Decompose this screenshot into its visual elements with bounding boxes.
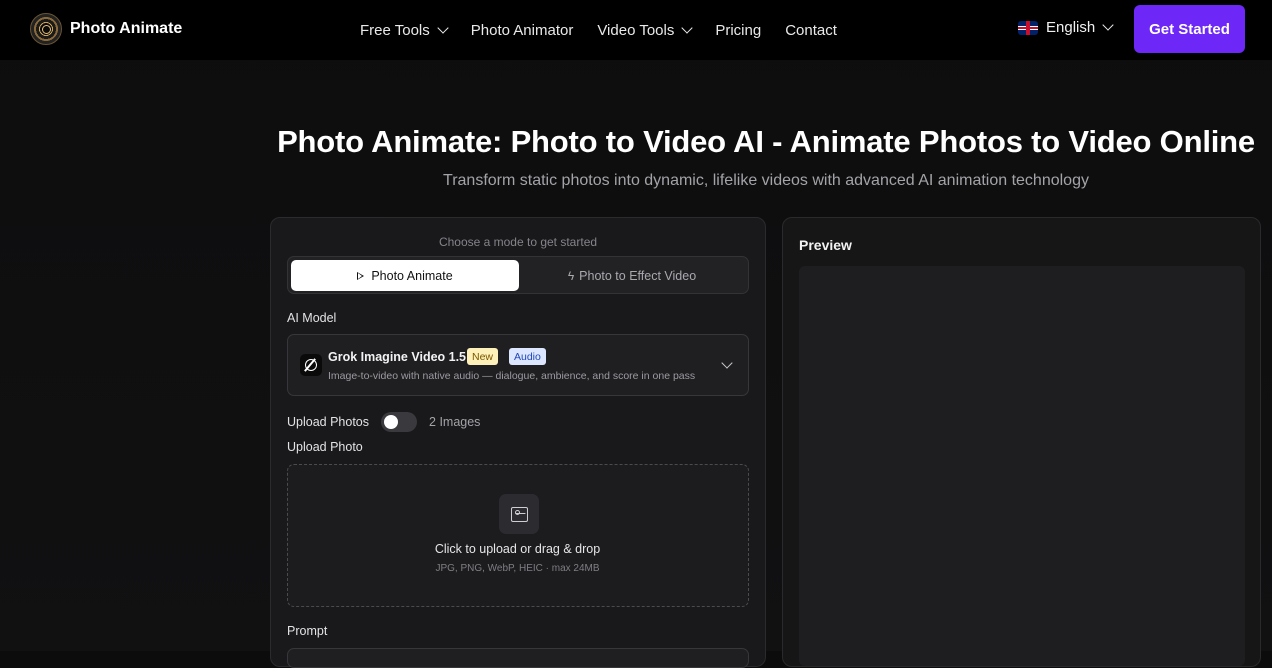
chevron-down-icon	[1102, 19, 1114, 31]
two-images-label: 2 Images	[429, 415, 481, 429]
preview-area	[799, 266, 1245, 666]
chevron-down-icon	[437, 21, 449, 34]
language-label: English	[1046, 19, 1096, 36]
tab-photo-animate-label: Photo Animate	[371, 268, 453, 283]
mode-hint: Choose a mode to get started	[438, 235, 598, 249]
page-title: Photo Animate: Photo to Video AI - Anima…	[277, 124, 1255, 159]
image-icon-wrap	[499, 494, 539, 534]
tab-photo-to-effect-video-label: Photo to Effect Video	[579, 268, 697, 283]
image-icon	[510, 506, 528, 522]
top-nav: Photo Animate Free Tools Photo Animator …	[0, 0, 1272, 60]
upload-photos-label: Upload Photos	[287, 415, 370, 429]
lightning-icon: ϟ	[567, 268, 575, 283]
uk-flag-icon	[1018, 20, 1038, 35]
upload-photo-label: Upload Photo	[287, 440, 363, 454]
chevron-down-icon	[721, 357, 733, 369]
play-icon	[357, 271, 365, 280]
upload-count-toggle[interactable]	[381, 412, 418, 432]
nav-photo-animator[interactable]: Photo Animator	[471, 22, 574, 39]
nav-contact[interactable]: Contact	[785, 22, 837, 39]
nav-contact-label: Contact	[785, 21, 837, 39]
nav-video-tools[interactable]: Video Tools	[597, 21, 694, 39]
prompt-input[interactable]	[287, 648, 749, 668]
page-subtitle: Transform static photos into dynamic, li…	[443, 172, 1089, 189]
grok-logo-icon	[300, 354, 322, 376]
generator-panel: Choose a mode to get started Photo Anima…	[270, 217, 766, 668]
mode-switch: Photo Animate ϟ Photo to Effect Video	[287, 256, 749, 294]
ai-model-select[interactable]: Grok Imagine Video 1.5 New Audio Image-t…	[287, 334, 749, 396]
brand-name: Photo Animate	[70, 20, 183, 37]
nav-photo-animator-label: Photo Animator	[470, 21, 574, 39]
chevron-down-icon	[681, 21, 694, 34]
get-started-button[interactable]: Get Started	[1134, 5, 1245, 53]
nav-free-tools[interactable]: Free Tools	[360, 21, 449, 39]
ai-model-label: AI Model	[287, 311, 337, 325]
upload-mode-row: Upload Photos 2 Images	[287, 412, 480, 432]
tab-photo-to-effect-video[interactable]: ϟ Photo to Effect Video	[518, 260, 746, 291]
photo-dropzone[interactable]: Click to upload or drag & drop JPG, PNG,…	[287, 464, 749, 607]
new-badge: New	[467, 348, 499, 365]
brand-link[interactable]: Photo Animate	[30, 13, 182, 45]
dropzone-formats: JPG, PNG, WebP, HEIC · max 24MB	[435, 563, 600, 574]
nav-video-tools-label: Video Tools	[597, 21, 675, 39]
dropzone-title: Click to upload or drag & drop	[434, 542, 601, 556]
nav-links: Free Tools Photo Animator Video Tools Pr…	[360, 0, 861, 60]
language-selector[interactable]: English	[1018, 19, 1114, 36]
prompt-label: Prompt	[287, 624, 328, 638]
camera-lens-logo-icon	[30, 13, 62, 45]
model-description: Image-to-video with native audio — dialo…	[328, 370, 696, 382]
tab-photo-animate[interactable]: Photo Animate	[291, 260, 519, 291]
preview-title: Preview	[799, 237, 852, 253]
nav-free-tools-label: Free Tools	[360, 21, 430, 39]
nav-pricing[interactable]: Pricing	[715, 22, 761, 39]
audio-badge: Audio	[509, 348, 546, 365]
model-name: Grok Imagine Video 1.5	[328, 350, 467, 364]
nav-pricing-label: Pricing	[715, 21, 762, 39]
preview-panel: Preview	[782, 217, 1261, 667]
